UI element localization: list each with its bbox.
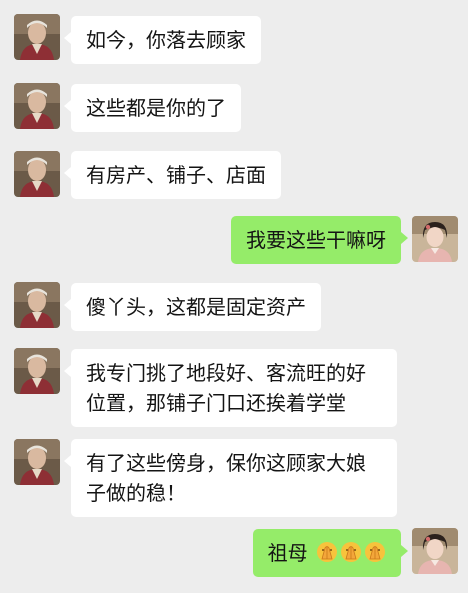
avatar-girl[interactable] [412,528,458,574]
message-bubble-outgoing[interactable]: 祖母 [252,529,409,577]
message-text: 傻丫头，这都是固定资产 [86,295,306,319]
pray-icon [341,542,361,562]
avatar-girl[interactable] [412,216,458,262]
avatar-grandmother[interactable] [14,14,60,60]
avatar-grandmother[interactable] [14,348,60,394]
grandmother-avatar-icon [14,348,60,394]
avatar-grandmother[interactable] [14,439,60,485]
message-text: 有房产、铺子、店面 [86,163,266,187]
avatar-grandmother[interactable] [14,151,60,197]
message-bubble[interactable]: 傻丫头，这都是固定资产 [64,283,321,331]
message-bubble-outgoing[interactable]: 我要这些干嘛呀 [231,216,408,264]
message-bubble[interactable]: 我专门挑了地段好、客流旺的好位置，那铺子门口还挨着学堂 [64,349,397,427]
message-bubble[interactable]: 如今，你落去顾家 [64,16,261,64]
girl-avatar-icon [412,216,458,262]
grandmother-avatar-icon [14,151,60,197]
message-text: 这些都是你的了 [86,96,226,120]
message-bubble[interactable]: 这些都是你的了 [64,84,241,132]
message-text: 我专门挑了地段好、客流旺的好位置，那铺子门口还挨着学堂 [86,361,366,415]
grandmother-avatar-icon [14,83,60,129]
grandmother-avatar-icon [14,14,60,60]
grandmother-avatar-icon [14,439,60,485]
girl-avatar-icon [412,528,458,574]
avatar-grandmother[interactable] [14,282,60,328]
message-text: 祖母 [267,541,308,565]
message-bubble[interactable]: 有了这些傍身，保你这顾家大娘子做的稳！ [64,439,397,517]
message-text: 我要这些干嘛呀 [246,228,386,252]
message-text: 如今，你落去顾家 [86,28,246,52]
pray-icon [317,542,337,562]
pray-icon [365,542,385,562]
avatar-grandmother[interactable] [14,83,60,129]
message-text: 有了这些傍身，保你这顾家大娘子做的稳！ [86,451,366,505]
message-bubble[interactable]: 有房产、铺子、店面 [64,151,281,199]
grandmother-avatar-icon [14,282,60,328]
